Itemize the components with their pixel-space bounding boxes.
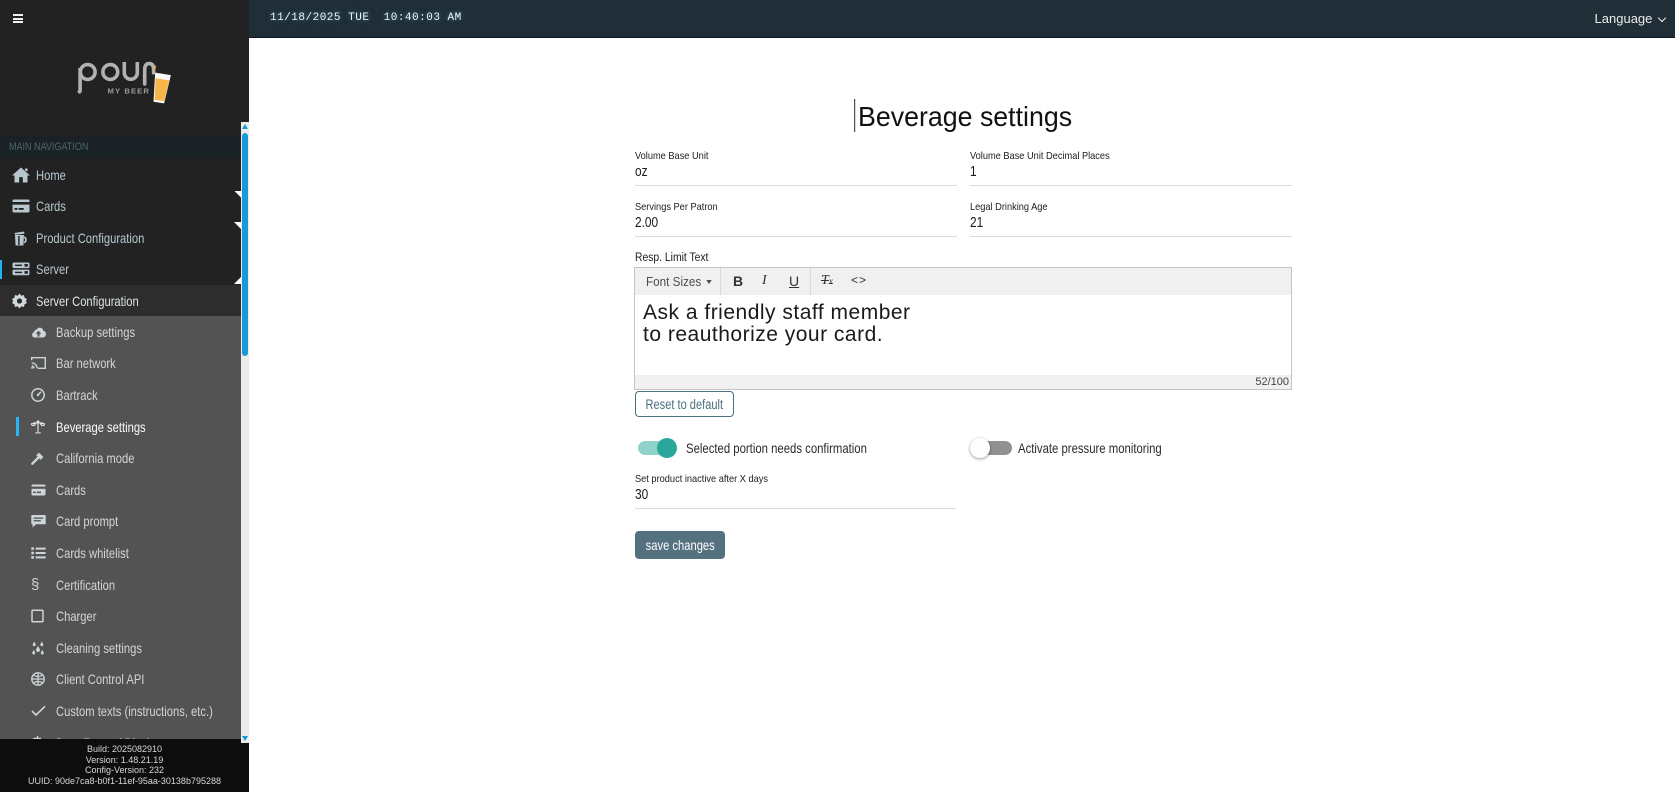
svg-text:MY BEER: MY BEER <box>108 87 151 96</box>
